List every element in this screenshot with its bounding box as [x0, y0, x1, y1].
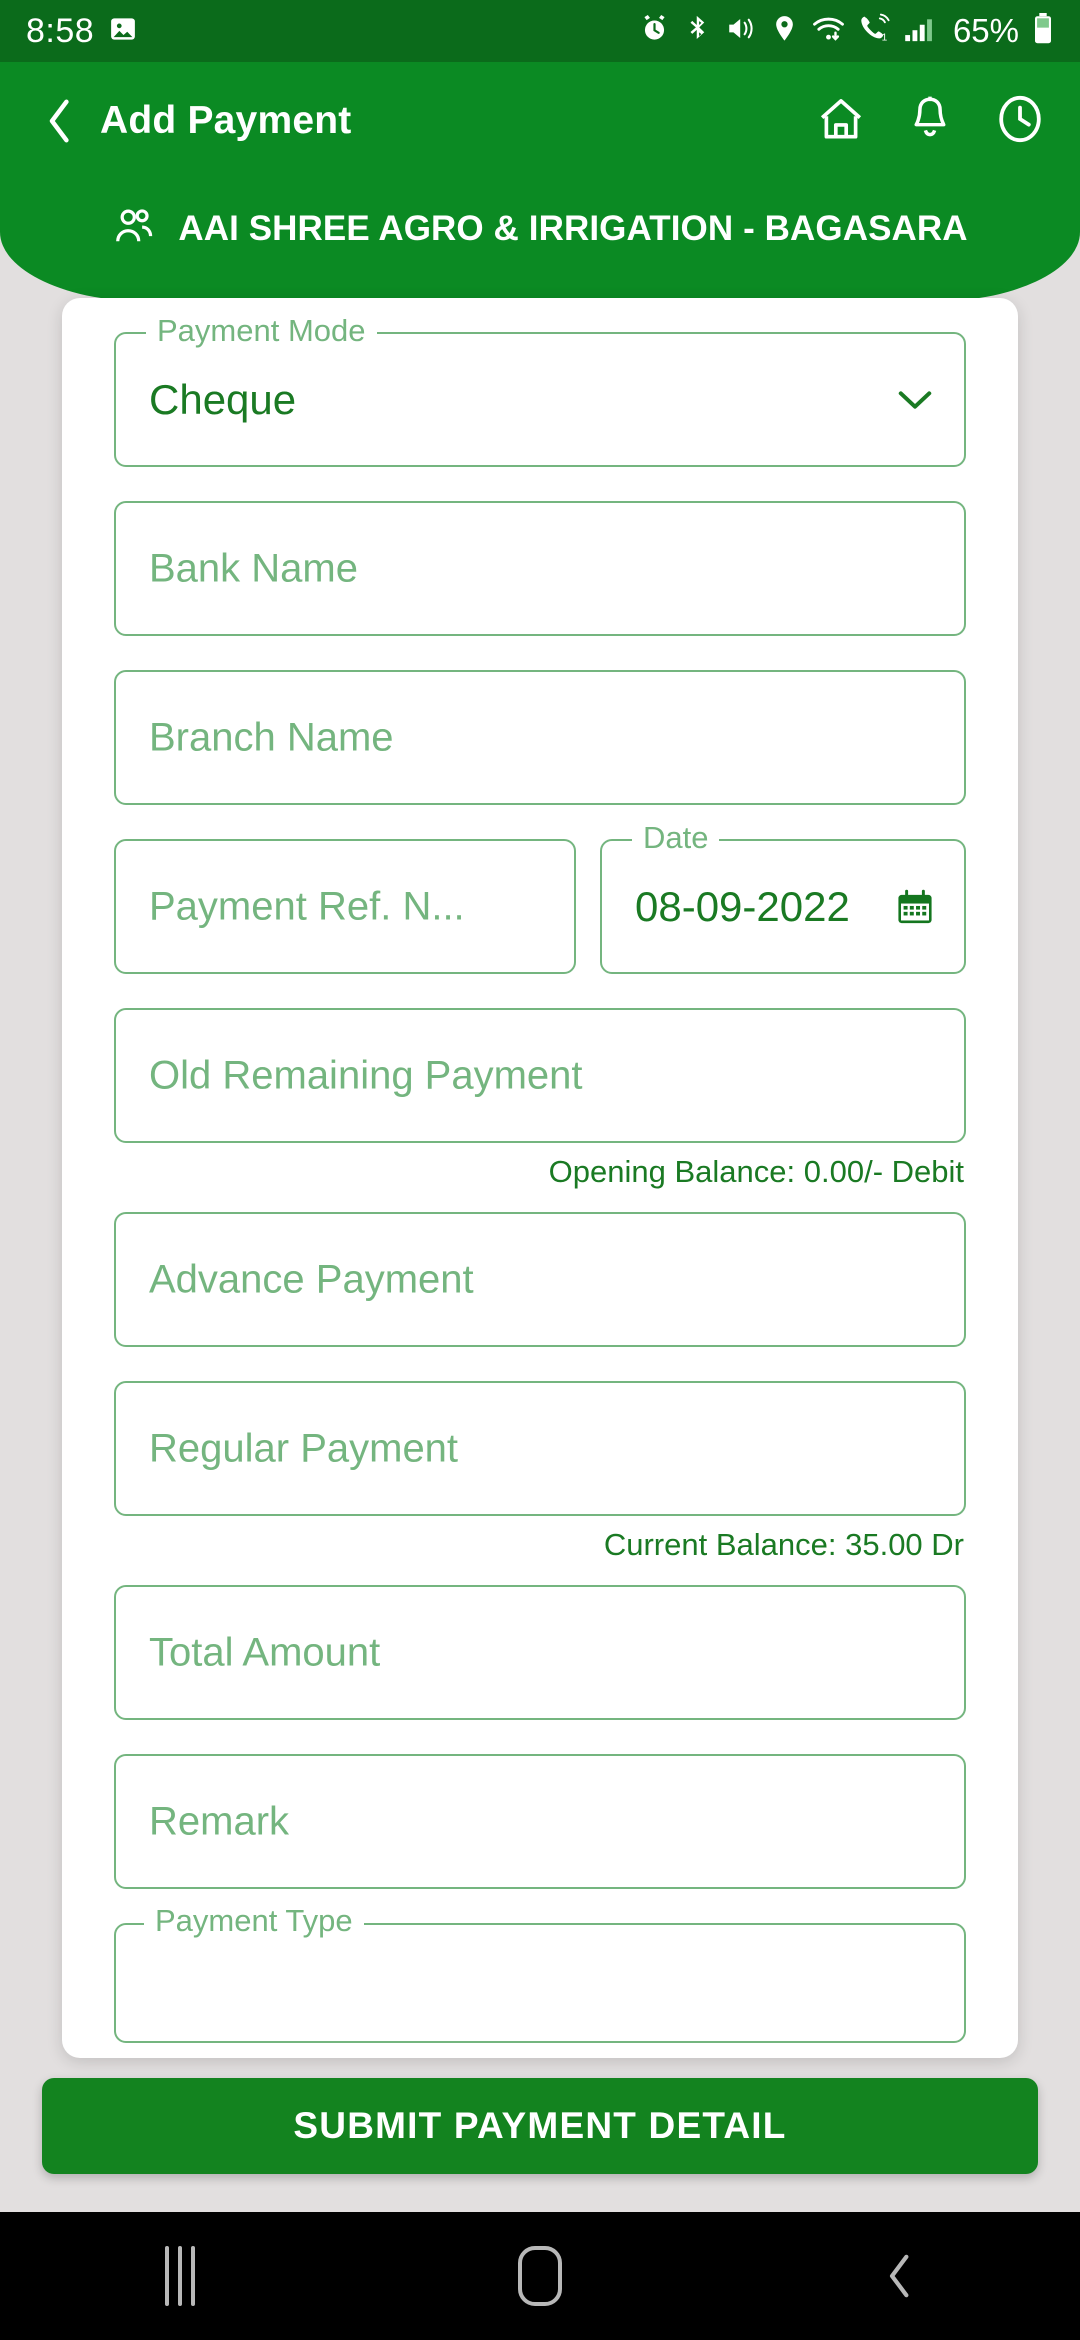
payment-form-card: Payment Mode Cheque Bank Name Branch Nam… — [62, 298, 1018, 2058]
total-amount-placeholder: Total Amount — [149, 1630, 381, 1674]
submit-payment-detail-button[interactable]: SUBMIT PAYMENT DETAIL — [42, 2078, 1038, 2174]
regular-payment-placeholder: Regular Payment — [149, 1426, 459, 1470]
chevron-down-icon[interactable] — [896, 388, 934, 412]
regular-payment-input[interactable]: Regular Payment — [114, 1381, 966, 1516]
branch-name-placeholder: Branch Name — [149, 715, 394, 759]
customer-row: AAI SHREE AGRO & IRRIGATION - BAGASARA — [0, 190, 1080, 268]
current-balance-helper: Current Balance: 35.00 Dr — [603, 1527, 964, 1562]
status-bar: 8:58 1 65% — [0, 0, 1080, 62]
app-bar-actions — [816, 93, 1046, 150]
payment-ref-no-placeholder: Payment Ref. N... — [149, 884, 465, 928]
customer-name: AAI SHREE AGRO & IRRIGATION - BAGASARA — [178, 209, 968, 248]
date-input[interactable]: Date 08-09-2022 — [600, 820, 966, 974]
app-bar: Add Payment — [0, 62, 1080, 180]
battery-percent-label: 65% — [952, 12, 1019, 49]
bank-name-placeholder: Bank Name — [149, 546, 358, 590]
recents-bars-icon — [165, 2246, 195, 2306]
bank-name-input[interactable]: Bank Name — [114, 501, 966, 636]
remark-placeholder: Remark — [149, 1799, 290, 1843]
location-icon — [770, 14, 799, 48]
payment-mode-select[interactable]: Payment Mode Cheque — [114, 313, 966, 467]
status-bar-right: 1 65% — [639, 12, 1054, 50]
battery-icon — [1032, 12, 1054, 50]
total-amount-input[interactable]: Total Amount — [114, 1585, 966, 1720]
call-icon: 1 — [858, 13, 891, 49]
payment-mode-label: Payment Mode — [146, 313, 377, 349]
payment-type-label: Payment Type — [144, 1903, 364, 1939]
home-square-icon — [518, 2246, 562, 2306]
status-bar-left: 8:58 — [26, 12, 138, 51]
back-chevron-icon — [889, 2254, 909, 2298]
payment-ref-no-input[interactable]: Payment Ref. N... — [114, 839, 576, 974]
green-header-panel: Add Payment AAI SHREE AGRO & IRRIGATION … — [0, 62, 1080, 302]
recents-button[interactable] — [90, 2212, 270, 2340]
alarm-icon — [639, 13, 670, 49]
nav-back-button[interactable] — [810, 2212, 990, 2340]
date-label: Date — [632, 820, 720, 856]
remark-input[interactable]: Remark — [114, 1754, 966, 1889]
payment-mode-value: Cheque — [149, 375, 297, 423]
payment-type-outline — [114, 1923, 966, 2043]
ref-date-row: Payment Ref. N... Date 08-09-2022 — [114, 820, 966, 974]
mute-vibrate-icon — [726, 13, 757, 49]
people-icon — [112, 205, 156, 254]
android-nav-bar — [0, 2212, 1080, 2340]
image-icon — [108, 14, 138, 49]
home-icon[interactable] — [816, 94, 866, 149]
old-remaining-payment-placeholder: Old Remaining Payment — [149, 1053, 583, 1097]
advance-payment-placeholder: Advance Payment — [149, 1257, 474, 1301]
old-remaining-payment-input[interactable]: Old Remaining Payment — [114, 1008, 966, 1143]
status-clock: 8:58 — [26, 11, 95, 50]
svg-text:1: 1 — [882, 33, 888, 44]
payment-type-select[interactable]: Payment Type — [114, 1903, 966, 2043]
branch-name-input[interactable]: Branch Name — [114, 670, 966, 805]
wifi-icon — [812, 13, 845, 49]
date-value: 08-09-2022 — [635, 882, 850, 930]
back-button[interactable] — [34, 97, 86, 145]
calendar-icon[interactable] — [896, 888, 934, 926]
chevron-left-icon — [49, 99, 69, 143]
page-title: Add Payment — [100, 99, 352, 142]
home-button[interactable] — [450, 2212, 630, 2340]
advance-payment-input[interactable]: Advance Payment — [114, 1212, 966, 1347]
clock-icon[interactable] — [994, 93, 1046, 150]
bluetooth-icon — [683, 14, 713, 49]
bell-icon[interactable] — [908, 94, 952, 149]
opening-balance-helper: Opening Balance: 0.00/- Debit — [548, 1154, 964, 1189]
signal-bars-icon — [904, 14, 938, 49]
